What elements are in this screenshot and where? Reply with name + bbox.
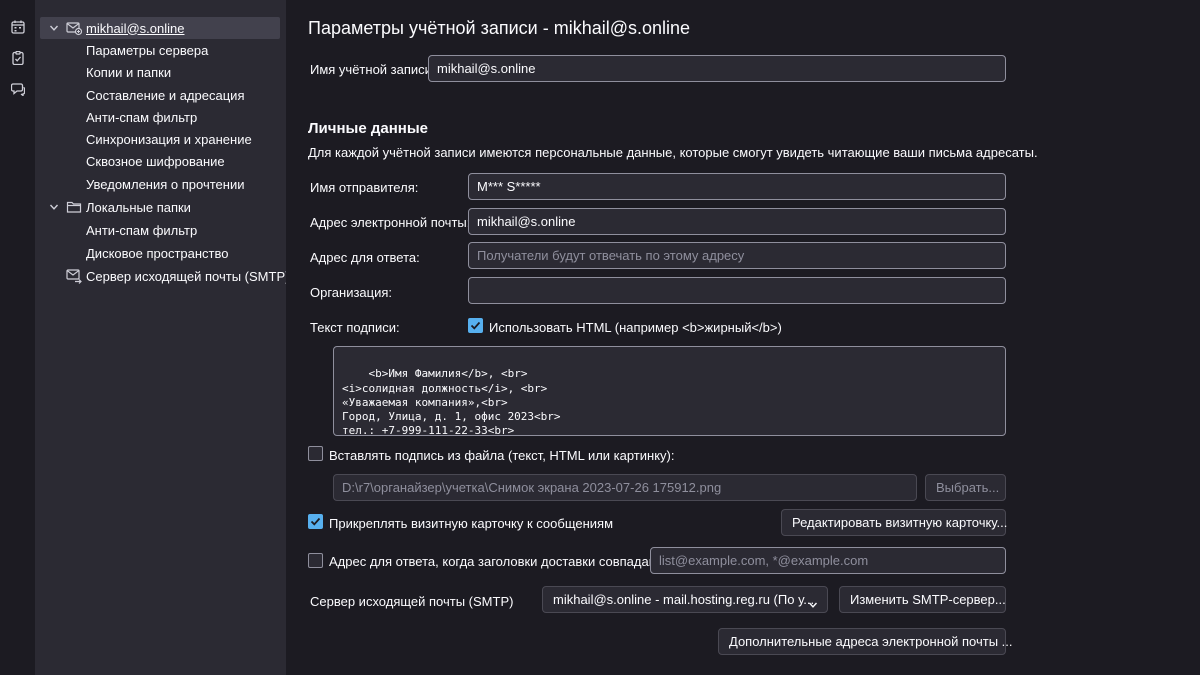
- signature-file-checkbox[interactable]: [308, 446, 323, 461]
- chevron-down-icon[interactable]: [48, 22, 60, 34]
- signature-textarea[interactable]: <b>Имя Фамилия</b>, <br> <i>солидная дол…: [333, 346, 1006, 436]
- email-field[interactable]: mikhail@s.online: [468, 208, 1006, 235]
- sender-name-label: Имя отправителя:: [310, 180, 419, 195]
- reply-headers-checkbox[interactable]: [308, 553, 323, 568]
- edit-vcard-button[interactable]: Редактировать визитную карточку...: [781, 509, 1007, 536]
- account-name-field[interactable]: mikhail@s.online: [428, 55, 1006, 82]
- page-title: Параметры учётной записи - mikhail@s.onl…: [308, 18, 691, 38]
- personal-data-heading: Личные данные: [308, 120, 428, 137]
- outgoing-server-icon: [66, 268, 82, 284]
- reply-headers-label: Адрес для ответа, когда заголовки достав…: [329, 554, 668, 569]
- account-name-label: Имя учётной записи:: [310, 62, 436, 77]
- tree-item-server-settings[interactable]: Параметры сервера: [40, 39, 280, 61]
- calendar-icon[interactable]: [8, 17, 28, 37]
- choose-file-button[interactable]: Выбрать...: [925, 474, 1006, 501]
- tree-local-folders[interactable]: Локальные папки: [40, 196, 280, 218]
- chevron-down-icon: [807, 594, 819, 608]
- spaces-toolbar: [0, 0, 36, 675]
- tree-smtp[interactable]: Сервер исходящей почты (SMTP): [40, 265, 289, 287]
- smtp-select[interactable]: mikhail@s.online - mail.hosting.reg.ru (…: [542, 586, 828, 613]
- tree-account[interactable]: mikhail@s.online: [40, 17, 280, 39]
- tree-item-local-junk[interactable]: Анти-спам фильтр: [40, 219, 280, 241]
- signature-file-path[interactable]: D:\r7\органайзер\учетка\Снимок экрана 20…: [333, 474, 917, 501]
- mail-account-icon: [66, 20, 83, 36]
- tasks-icon[interactable]: [8, 48, 28, 68]
- account-settings-pane: Параметры учётной записи - mikhail@s.onl…: [286, 0, 1200, 675]
- vcard-checkbox[interactable]: [308, 514, 323, 529]
- signature-file-label: Вставлять подпись из файла (текст, HTML …: [329, 448, 675, 463]
- tree-account-label: mikhail@s.online: [86, 20, 185, 36]
- signature-text: <b>Имя Фамилия</b>, <br> <i>солидная дол…: [342, 367, 561, 436]
- chat-icon[interactable]: [8, 79, 28, 99]
- tree-item-receipts[interactable]: Уведомления о прочтении: [40, 173, 280, 195]
- change-smtp-button[interactable]: Изменить SMTP-сервер...: [839, 586, 1006, 613]
- signature-label: Текст подписи:: [310, 320, 400, 335]
- tree-item-junk[interactable]: Анти-спам фильтр: [40, 106, 280, 128]
- organization-field[interactable]: [468, 277, 1006, 304]
- folder-icon: [66, 199, 82, 215]
- tree-item-disk-space[interactable]: Дисковое пространство: [40, 242, 280, 264]
- reply-to-field[interactable]: Получатели будут отвечать по этому адрес…: [468, 242, 1006, 269]
- smtp-label: Сервер исходящей почты (SMTP): [310, 594, 514, 609]
- use-html-label: Использовать HTML (например <b>жирный</b…: [489, 320, 782, 335]
- personal-data-description: Для каждой учётной записи имеются персон…: [308, 145, 1038, 160]
- tree-item-e2e[interactable]: Сквозное шифрование: [40, 150, 280, 172]
- additional-addresses-button[interactable]: Дополнительные адреса электронной почты …: [718, 628, 1013, 655]
- resize-grip-icon[interactable]: [994, 424, 1003, 433]
- vcard-label: Прикреплять визитную карточку к сообщени…: [329, 516, 614, 531]
- reply-to-label: Адрес для ответа:: [310, 250, 420, 265]
- tree-item-copies-folders[interactable]: Копии и папки: [40, 61, 280, 83]
- reply-headers-field[interactable]: list@example.com, *@example.com: [650, 547, 1006, 574]
- account-tree: mikhail@s.online Параметры сервера Копии…: [36, 0, 289, 675]
- tree-item-sync[interactable]: Синхронизация и хранение: [40, 128, 280, 150]
- use-html-checkbox[interactable]: [468, 318, 483, 333]
- smtp-select-value: mikhail@s.online - mail.hosting.reg.ru (…: [553, 592, 815, 607]
- tree-item-composition[interactable]: Составление и адресация: [40, 84, 280, 106]
- chevron-down-icon[interactable]: [48, 201, 60, 213]
- email-label: Адрес электронной почты:: [310, 215, 471, 230]
- sender-name-field[interactable]: M*** S*****: [468, 173, 1006, 200]
- organization-label: Организация:: [310, 285, 393, 300]
